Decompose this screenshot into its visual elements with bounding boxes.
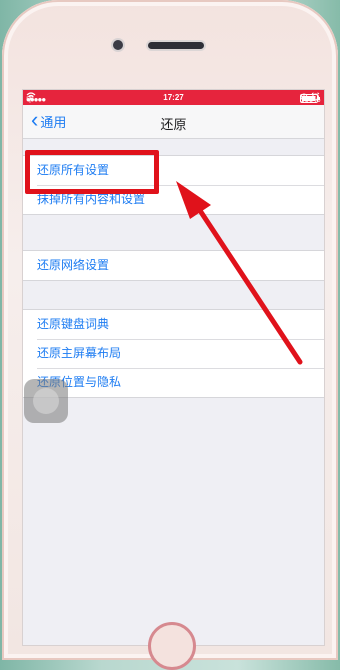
annotation-arrow [176,181,303,365]
